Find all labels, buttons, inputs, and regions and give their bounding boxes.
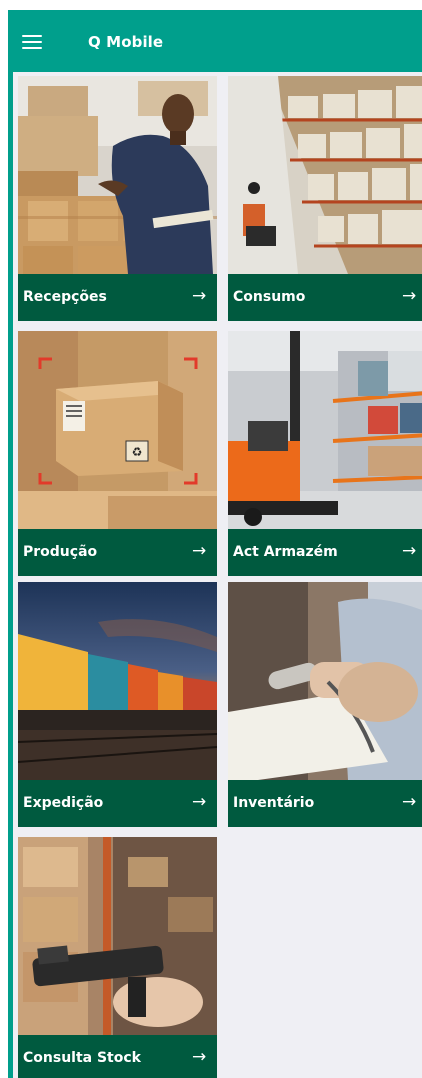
tile-bar: Produção → xyxy=(18,529,217,576)
warehouse-shelves-forklift-photo xyxy=(228,76,422,274)
handheld-scanner-shelves-photo xyxy=(18,837,217,1035)
tile-expedicao[interactable]: Expedição → xyxy=(18,582,217,827)
tile-inventario[interactable]: Inventário → xyxy=(228,582,422,827)
tile-consulta-stock[interactable]: Consulta Stock → xyxy=(18,837,217,1078)
tile-label: Recepções xyxy=(23,289,107,305)
top-app-bar: Q Mobile xyxy=(8,10,422,72)
tile-bar: Inventário → xyxy=(228,780,422,827)
freight-train-containers-photo xyxy=(18,582,217,780)
orange-forklift-racks-photo xyxy=(228,331,422,529)
tile-bar: Recepções → xyxy=(18,274,217,321)
arrow-right-icon: → xyxy=(402,792,417,812)
tile-rececoes[interactable]: Recepções → xyxy=(18,76,217,321)
menu-grid: Recepções → Consumo → ♻ Produção → Act A… xyxy=(13,72,422,1078)
arrow-right-icon: → xyxy=(402,286,417,306)
arrow-right-icon: → xyxy=(192,541,207,561)
app-window: Q Mobile Recepções → Consumo → ♻ Produçã… xyxy=(8,10,422,1078)
tile-bar: Consulta Stock → xyxy=(18,1035,217,1078)
arrow-right-icon: → xyxy=(192,792,207,812)
arrow-right-icon: → xyxy=(192,1047,207,1067)
app-title: Q Mobile xyxy=(88,33,164,51)
arrow-right-icon: → xyxy=(192,286,207,306)
tile-consumo[interactable]: Consumo → xyxy=(228,76,422,321)
tile-bar: Act Armazém → xyxy=(228,529,422,576)
tile-act-armazem[interactable]: Act Armazém → xyxy=(228,331,422,576)
tile-label: Consumo xyxy=(233,289,306,305)
barcode-scanner-clipboard-photo xyxy=(228,582,422,780)
tile-label: Act Armazém xyxy=(233,544,338,560)
tile-bar: Consumo → xyxy=(228,274,422,321)
cardboard-box-scan-photo: ♻ xyxy=(18,331,217,529)
tile-bar: Expedição → xyxy=(18,780,217,827)
tile-label: Inventário xyxy=(233,795,315,811)
tile-label: Produção xyxy=(23,544,98,560)
svg-text:♻: ♻ xyxy=(132,445,143,459)
arrow-right-icon: → xyxy=(402,541,417,561)
tile-label: Expedição xyxy=(23,795,104,811)
warehouse-worker-boxes-photo xyxy=(18,76,217,274)
hamburger-menu-icon[interactable] xyxy=(22,35,42,49)
tile-label: Consulta Stock xyxy=(23,1050,141,1066)
tile-producao[interactable]: ♻ Produção → xyxy=(18,331,217,576)
